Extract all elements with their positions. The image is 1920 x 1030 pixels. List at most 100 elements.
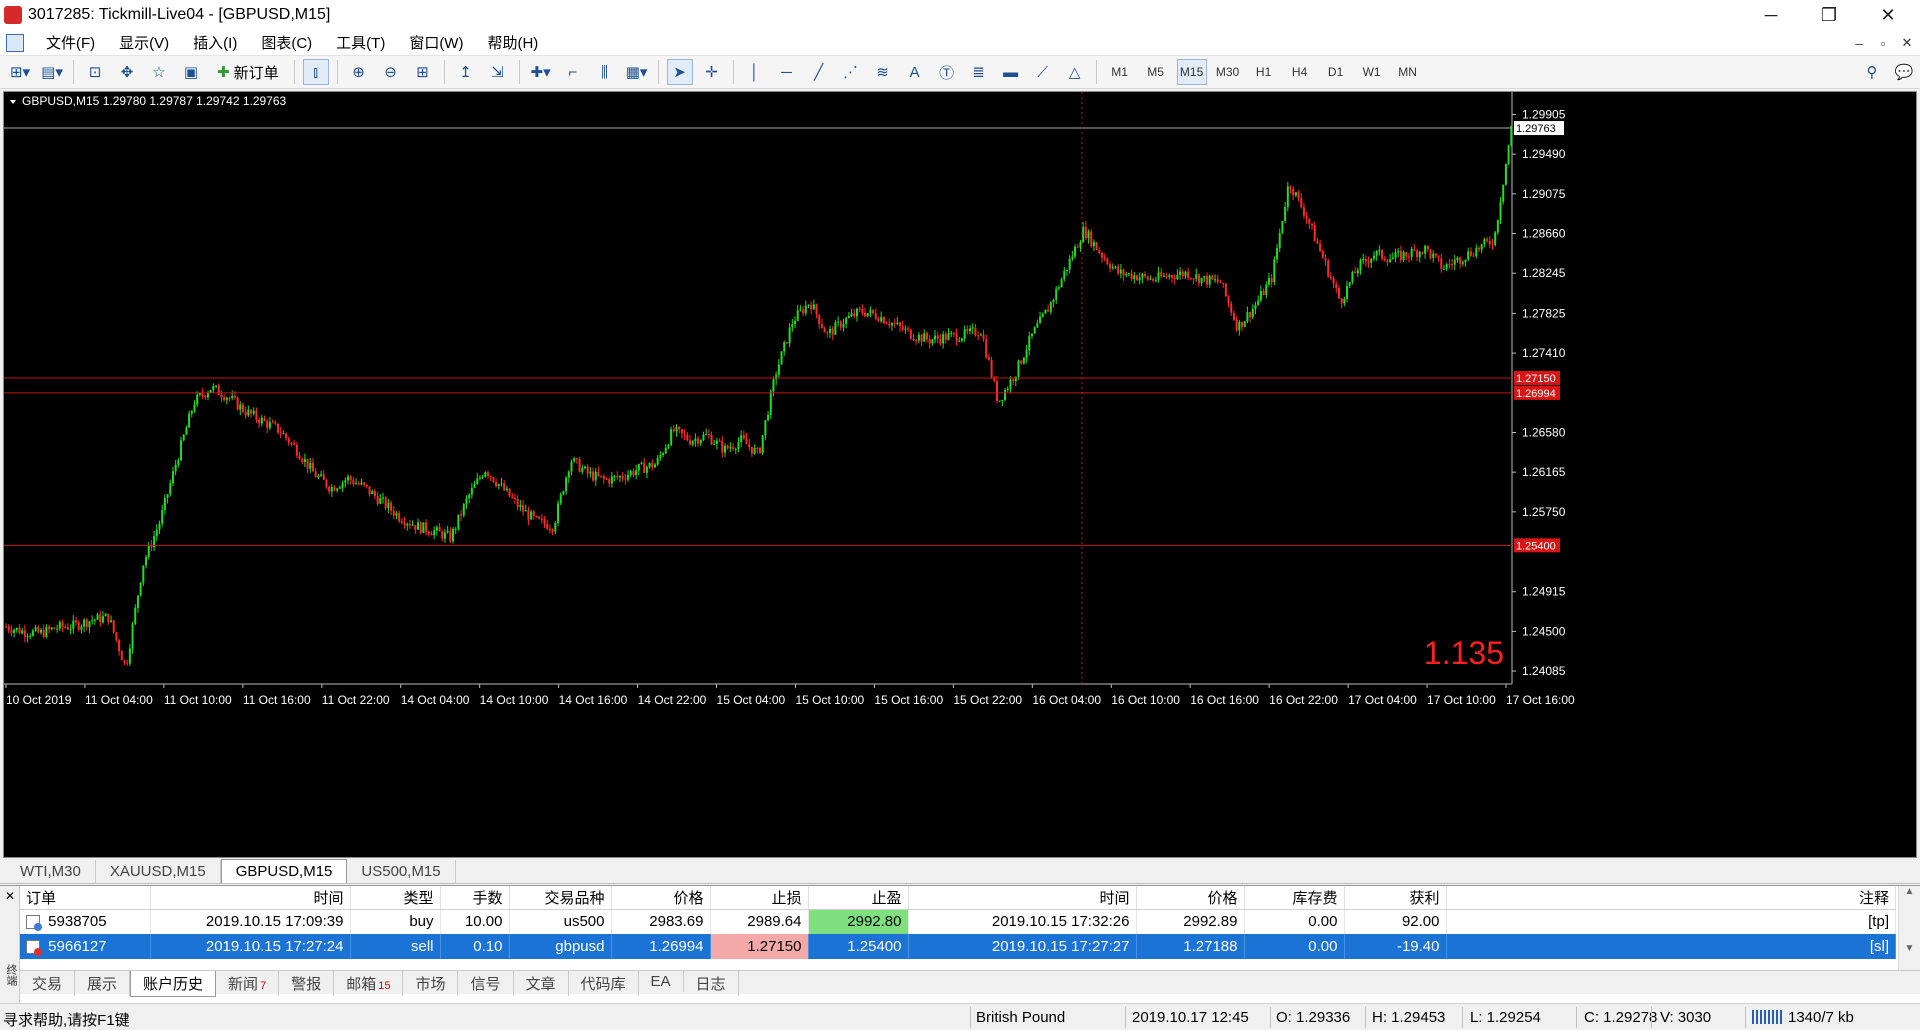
pitchfork-icon[interactable]: ⟋: [1030, 59, 1056, 85]
menu-tools[interactable]: 工具(T): [324, 32, 397, 53]
tab-exposure[interactable]: 展示: [75, 971, 131, 996]
channel-icon[interactable]: ≋: [870, 59, 896, 85]
tab-alerts[interactable]: 警报: [279, 971, 335, 996]
restore-button[interactable]: ❐: [1801, 0, 1857, 30]
window-title: 3017285: Tickmill-Live04 - [GBPUSD,M15]: [28, 6, 331, 23]
col-symbol[interactable]: 交易品种: [509, 886, 612, 910]
col-type[interactable]: 类型: [350, 886, 441, 910]
col-open-time[interactable]: 时间: [150, 886, 351, 910]
tab-news[interactable]: 新闻 7: [216, 971, 280, 996]
search-icon[interactable]: ⚲: [1859, 59, 1885, 85]
text-icon[interactable]: A: [902, 59, 928, 85]
col-take-profit[interactable]: 止盈: [808, 886, 909, 910]
menu-insert[interactable]: 插入(I): [181, 32, 249, 53]
col-order[interactable]: 订单: [20, 886, 151, 910]
timeframe-m15[interactable]: M15: [1176, 59, 1207, 85]
chart-tab-xauusd[interactable]: XAUUSD,M15: [96, 860, 221, 883]
tab-market[interactable]: 市场: [403, 971, 459, 996]
period-separators-icon[interactable]: ⌐: [560, 59, 586, 85]
timeframe-mn[interactable]: MN: [1393, 59, 1423, 85]
col-stop-loss[interactable]: 止损: [710, 886, 809, 910]
chart-canvas[interactable]: 1.29905 1.29490 1.29075 1.28660 1.28245 1.278…: [4, 92, 1916, 857]
zoom-in-icon[interactable]: ⊕: [346, 59, 372, 85]
table-row[interactable]: 5966127 2019.10.15 17:27:24 sell 0.10 gb…: [20, 934, 1896, 959]
menu-window[interactable]: 窗口(W): [397, 32, 475, 53]
tab-signals[interactable]: 信号: [458, 971, 514, 996]
timeframe-m30[interactable]: M30: [1213, 59, 1243, 85]
new-order-button[interactable]: ✚ 新订单: [210, 59, 286, 85]
text-label-icon[interactable]: Ⓣ: [934, 59, 960, 85]
timeframe-m5[interactable]: M5: [1141, 59, 1171, 85]
table-scrollbar[interactable]: ▲ ▼: [1898, 886, 1920, 970]
new-chart-icon[interactable]: ⊞▾: [7, 59, 33, 85]
timeframe-d1[interactable]: D1: [1321, 59, 1351, 85]
candle-body: [468, 494, 471, 499]
timeframe-w1[interactable]: W1: [1357, 59, 1387, 85]
timeframe-m1[interactable]: M1: [1105, 59, 1135, 85]
autotrading-icon[interactable]: ⫾: [302, 59, 329, 85]
elliott-icon[interactable]: ⋰: [838, 59, 864, 85]
horizontal-line-icon[interactable]: ─: [774, 59, 800, 85]
terminal-icon[interactable]: ▣: [178, 59, 204, 85]
tab-experts[interactable]: EA: [639, 971, 684, 992]
mdi-close-button[interactable]: ✕: [1894, 30, 1920, 56]
rectangle-icon[interactable]: ▬: [998, 59, 1024, 85]
indicators-icon[interactable]: ✚▾: [528, 59, 554, 85]
data-window-icon[interactable]: ☆: [146, 59, 172, 85]
market-watch-icon[interactable]: ⊡: [82, 59, 108, 85]
candle-body: [107, 613, 110, 622]
crosshair-icon[interactable]: ✛: [699, 59, 725, 85]
shapes-icon[interactable]: △: [1062, 59, 1088, 85]
vertical-line-icon[interactable]: │: [742, 59, 768, 85]
swap-cell: 0.00: [1244, 909, 1345, 934]
mdi-restore-button[interactable]: ▫: [1870, 30, 1896, 56]
tab-mailbox[interactable]: 邮箱 15: [334, 971, 404, 996]
candle-body: [1189, 278, 1192, 280]
col-close-price[interactable]: 价格: [1136, 886, 1245, 910]
menu-help[interactable]: 帮助(H): [475, 32, 550, 53]
trendline-icon[interactable]: ╱: [806, 59, 832, 85]
col-close-time[interactable]: 时间: [908, 886, 1137, 910]
zoom-out-icon[interactable]: ⊖: [378, 59, 404, 85]
candle-body: [336, 488, 339, 491]
close-terminal-icon[interactable]: ✕: [5, 889, 15, 903]
mdi-minimize-button[interactable]: –: [1846, 30, 1872, 56]
menu-view[interactable]: 显示(V): [107, 32, 181, 53]
chart-tab-gbpusd[interactable]: GBPUSD,M15: [220, 859, 348, 883]
tab-code-base[interactable]: 代码库: [569, 971, 639, 996]
minimize-button[interactable]: ─: [1743, 0, 1799, 30]
navigator-icon[interactable]: ✥: [114, 59, 140, 85]
tab-account-history[interactable]: 账户历史: [130, 971, 217, 997]
templates-icon[interactable]: ▦▾: [624, 59, 650, 85]
col-size[interactable]: 手数: [440, 886, 510, 910]
tile-windows-icon[interactable]: ⊞: [410, 59, 436, 85]
scroll-down-icon[interactable]: ▼: [1899, 943, 1920, 954]
timeframe-h1[interactable]: H1: [1249, 59, 1279, 85]
tab-trade[interactable]: 交易: [20, 971, 76, 996]
candle-body: [535, 516, 538, 518]
menu-file[interactable]: 文件(F): [34, 32, 107, 53]
chart-tab-us500[interactable]: US500,M15: [347, 860, 456, 883]
col-comment[interactable]: 注释: [1446, 886, 1896, 910]
chart-shift-icon[interactable]: ↥: [453, 59, 479, 85]
chart-tab-wti[interactable]: WTI,M30: [6, 860, 96, 883]
chart-window-icon[interactable]: [6, 33, 24, 52]
cursor-icon[interactable]: ➤: [666, 59, 693, 85]
candle-body: [1362, 258, 1365, 261]
chat-icon[interactable]: 💬: [1891, 59, 1917, 85]
timeframe-h4[interactable]: H4: [1285, 59, 1315, 85]
autoscroll-icon[interactable]: ⇲: [485, 59, 511, 85]
col-open-price[interactable]: 价格: [611, 886, 711, 910]
tab-journal[interactable]: 日志: [684, 971, 739, 996]
close-button[interactable]: ✕: [1860, 0, 1916, 30]
col-swap[interactable]: 库存费: [1244, 886, 1345, 910]
profiles-icon[interactable]: ▤▾: [39, 59, 65, 85]
price-chart[interactable]: 1.29905 1.29490 1.29075 1.28660 1.28245 1.278…: [3, 91, 1917, 858]
scroll-up-icon[interactable]: ▲: [1899, 886, 1920, 897]
tab-articles[interactable]: 文章: [514, 971, 569, 996]
menu-charts[interactable]: 图表(C): [249, 32, 324, 53]
fibonacci-icon[interactable]: ≣: [966, 59, 992, 85]
bar-chart-icon[interactable]: ⫼: [592, 59, 618, 85]
table-row[interactable]: 5938705 2019.10.15 17:09:39 buy 10.00 us…: [20, 909, 1896, 934]
col-profit[interactable]: 获利: [1344, 886, 1447, 910]
